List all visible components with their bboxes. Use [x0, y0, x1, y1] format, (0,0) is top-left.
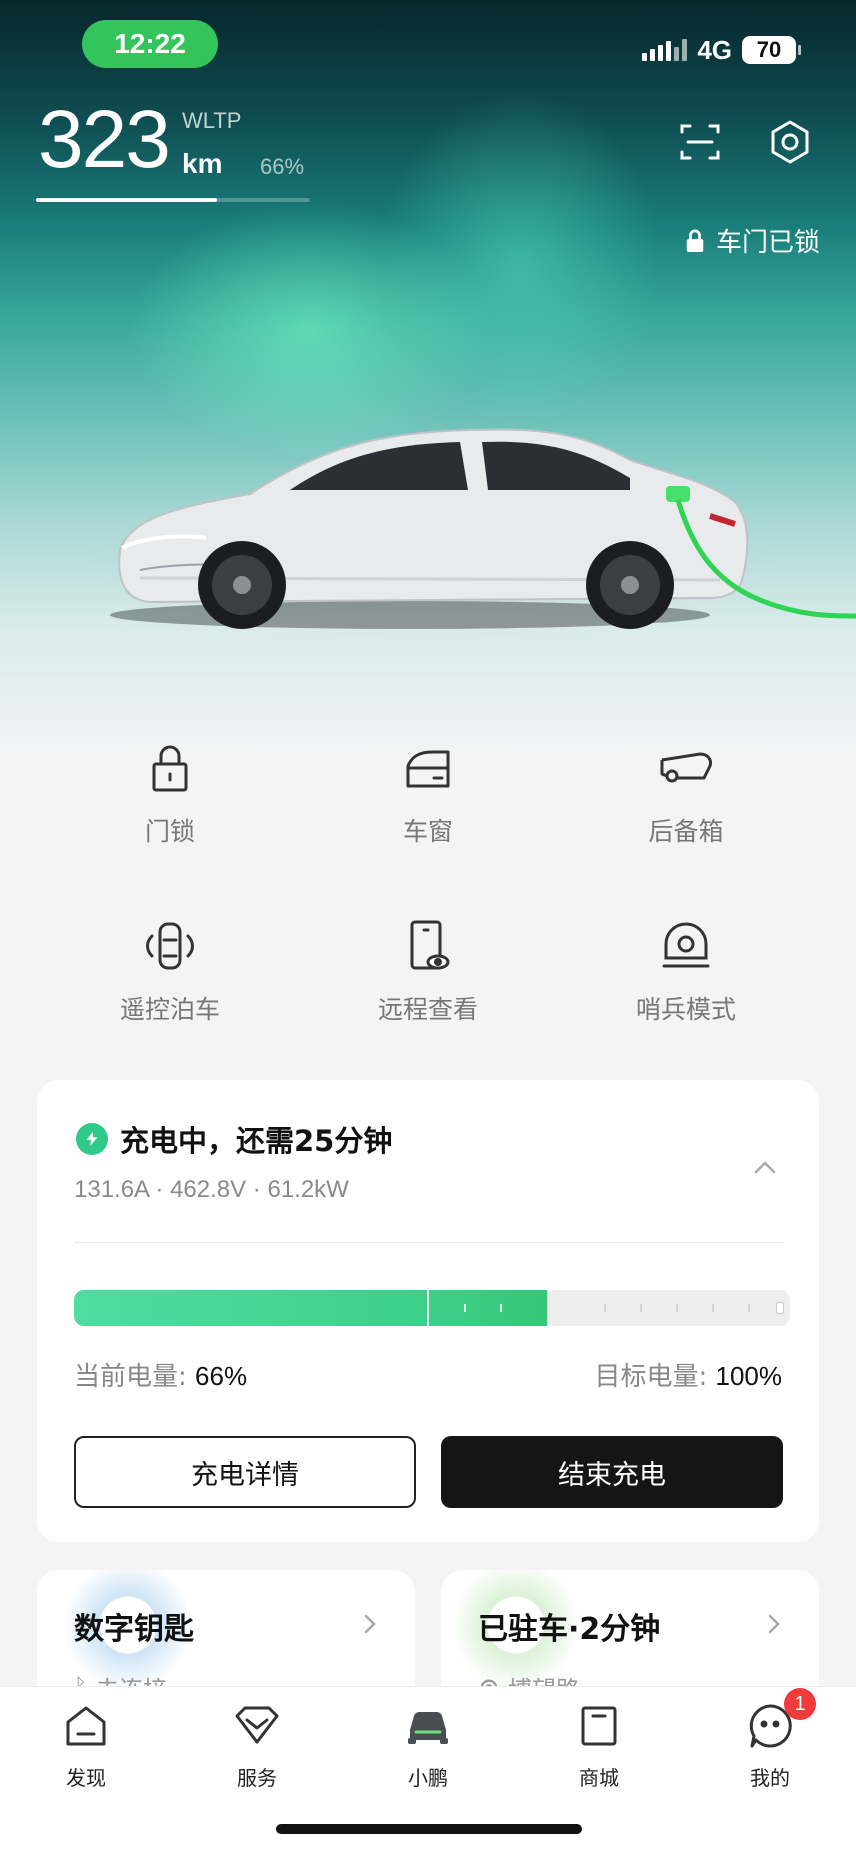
scan-icon[interactable] — [676, 118, 724, 166]
trunk-icon — [656, 738, 716, 798]
padlock-icon — [140, 738, 200, 798]
chevron-right-icon — [762, 1612, 786, 1636]
network-type: 4G — [697, 34, 732, 65]
control-trunk[interactable]: 后备箱 — [596, 738, 776, 848]
tab-mall[interactable]: 商城 — [539, 1700, 659, 1791]
progress-tick — [464, 1304, 466, 1312]
control-label: 后备箱 — [648, 817, 724, 846]
control-label: 车窗 — [402, 817, 453, 846]
stop-charging-button[interactable]: 结束充电 — [441, 1436, 783, 1508]
range-battery-bar — [36, 198, 310, 202]
progress-marker — [427, 1290, 429, 1326]
mall-icon — [573, 1700, 625, 1752]
progress-tick — [500, 1304, 502, 1312]
target-soc[interactable]: 目标电量: 100% — [594, 1356, 782, 1393]
control-label: 哨兵模式 — [635, 995, 736, 1024]
tab-xpeng[interactable]: 小鹏 — [368, 1700, 488, 1791]
notification-badge: 1 — [784, 1688, 816, 1720]
charging-bolt-icon — [76, 1123, 108, 1155]
charging-title-row: 充电中，还需25分钟 — [76, 1118, 392, 1160]
current-soc: 当前电量: 66% — [74, 1356, 247, 1393]
range-percent: 66% — [260, 154, 305, 179]
control-label: 遥控泊车 — [119, 995, 220, 1024]
status-time: 12:22 — [82, 20, 218, 68]
current-soc-value: 66% — [195, 1361, 248, 1391]
vehicle-image — [110, 420, 856, 650]
charge-progress-fill — [74, 1290, 547, 1326]
range-value: 323 — [38, 94, 171, 185]
range-battery-fill — [36, 198, 217, 202]
tab-label: 发现 — [66, 1766, 106, 1790]
remote-parking-icon — [140, 916, 200, 976]
tab-discover[interactable]: 发现 — [26, 1700, 146, 1791]
tab-label: 商城 — [579, 1766, 619, 1790]
charging-details-button[interactable]: 充电详情 — [74, 1436, 416, 1508]
chevron-right-icon — [358, 1612, 382, 1636]
status-indicators: 4G 70 — [642, 30, 801, 70]
home-indicator[interactable] — [276, 1824, 582, 1834]
progress-tick — [604, 1304, 606, 1312]
target-soc-value: 100% — [715, 1361, 783, 1391]
control-label: 远程查看 — [377, 995, 478, 1024]
charging-title: 充电中，还需25分钟 — [120, 1124, 393, 1158]
progress-tick — [712, 1304, 714, 1312]
charge-progress-bar[interactable] — [74, 1290, 790, 1326]
current-soc-label: 当前电量: — [74, 1362, 187, 1392]
parking-title: 已驻车·2分钟 — [478, 1612, 661, 1647]
settings-hex-icon[interactable] — [766, 118, 814, 166]
progress-tick — [676, 1304, 678, 1312]
range-standard: WLTP — [182, 108, 242, 133]
door-lock-label: 车门已锁 — [715, 228, 820, 258]
car-window-icon — [398, 738, 458, 798]
tab-service[interactable]: 服务 — [197, 1700, 317, 1791]
control-remote-view[interactable]: 远程查看 — [338, 916, 518, 1026]
range-unit: km — [182, 148, 223, 179]
progress-tick — [640, 1304, 642, 1312]
door-lock-status: 车门已锁 — [684, 222, 820, 259]
divider — [74, 1242, 784, 1243]
progress-tick — [748, 1304, 750, 1312]
chevron-up-icon[interactable] — [752, 1154, 778, 1180]
signal-icon — [642, 39, 688, 61]
service-icon — [231, 1700, 283, 1752]
remote-view-icon — [398, 916, 458, 976]
digital-key-title: 数字钥匙 — [74, 1612, 194, 1647]
control-label: 门锁 — [144, 817, 195, 846]
control-window[interactable]: 车窗 — [338, 738, 518, 848]
charging-stats: 131.6A · 462.8V · 61.2kW — [74, 1176, 349, 1203]
discover-icon — [60, 1700, 112, 1752]
target-soc-label: 目标电量: — [594, 1362, 708, 1392]
car-icon — [402, 1700, 454, 1752]
progress-end-cap — [776, 1302, 784, 1314]
sentry-camera-icon — [656, 916, 716, 976]
tab-label: 服务 — [237, 1766, 277, 1790]
tab-label: 我的 — [750, 1766, 790, 1790]
control-door-lock[interactable]: 门锁 — [80, 738, 260, 848]
battery-icon: 70 — [742, 36, 801, 64]
tab-label: 小鹏 — [408, 1766, 448, 1790]
control-sentry-mode[interactable]: 哨兵模式 — [596, 916, 776, 1026]
control-remote-parking[interactable]: 遥控泊车 — [80, 916, 260, 1026]
lock-small-icon — [686, 229, 704, 252]
